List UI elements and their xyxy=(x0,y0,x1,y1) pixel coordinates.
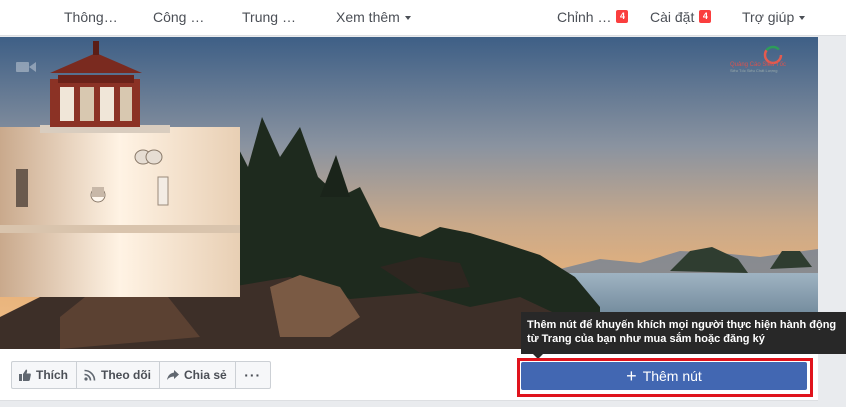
nav-tab-help[interactable]: Trợ giúp xyxy=(742,0,806,36)
nav-tab-info[interactable]: Thông… xyxy=(64,0,118,36)
follow-button[interactable]: Theo dõi xyxy=(76,361,159,389)
share-arrow-icon xyxy=(167,369,179,381)
caret-down-icon xyxy=(799,16,806,20)
nav-tab-tools[interactable]: Công … xyxy=(153,0,204,36)
nav-tab-label: Trợ giúp xyxy=(742,9,795,25)
rss-icon xyxy=(84,369,96,381)
nav-tab-label: Trung … xyxy=(242,9,296,25)
more-options-button[interactable]: ··· xyxy=(234,361,271,389)
nav-tab-label: Chỉnh … xyxy=(557,9,612,25)
nav-tab-label: Công … xyxy=(153,9,205,25)
more-dots-icon: ··· xyxy=(244,367,262,383)
tooltip-line-2: từ Trang của bạn như mua sắm hoặc đăng k… xyxy=(527,333,765,345)
add-button-tooltip: Thêm nút để khuyến khích mọi người thực … xyxy=(521,312,846,354)
nav-tab-center[interactable]: Trung … xyxy=(242,0,296,36)
plus-icon: + xyxy=(626,366,637,386)
like-button[interactable]: Thích xyxy=(11,361,76,389)
cover-photo[interactable] xyxy=(0,37,818,349)
watermark-subtitle: Siêu Tốc Siêu Chất Lượng xyxy=(730,68,778,73)
video-icon xyxy=(16,60,36,74)
share-button[interactable]: Chia sẻ xyxy=(159,361,235,389)
notification-badge: 4 xyxy=(616,10,629,23)
nav-tab-label: Xem thêm xyxy=(336,9,400,25)
follow-label: Theo dõi xyxy=(101,368,151,382)
tooltip-line-1: Thêm nút để khuyến khích mọi người thực … xyxy=(527,319,837,331)
caret-down-icon xyxy=(404,16,411,20)
nav-tab-edit[interactable]: Chỉnh … 4 xyxy=(557,0,629,36)
page-top-nav: Thông… Công … Trung … Xem thêm Chỉnh … 4 … xyxy=(0,0,846,36)
page-action-buttons: Thích Theo dõi Chia sẻ ··· xyxy=(11,361,271,389)
nav-tab-settings[interactable]: Cài đặt 4 xyxy=(650,0,712,36)
add-button[interactable]: + Thêm nút xyxy=(521,362,807,390)
thumbs-up-icon xyxy=(19,369,31,381)
watermark: Quảng Cáo Siêu Tốc Siêu Tốc Siêu Chất Lư… xyxy=(730,44,816,80)
nav-tab-more[interactable]: Xem thêm xyxy=(336,0,411,36)
add-button-label: Thêm nút xyxy=(642,368,702,384)
notification-badge: 4 xyxy=(699,10,712,23)
nav-tab-label: Cài đặt xyxy=(650,9,695,25)
nav-tab-label: Thông… xyxy=(64,9,118,25)
share-label: Chia sẻ xyxy=(184,368,227,382)
like-label: Thích xyxy=(36,368,68,382)
